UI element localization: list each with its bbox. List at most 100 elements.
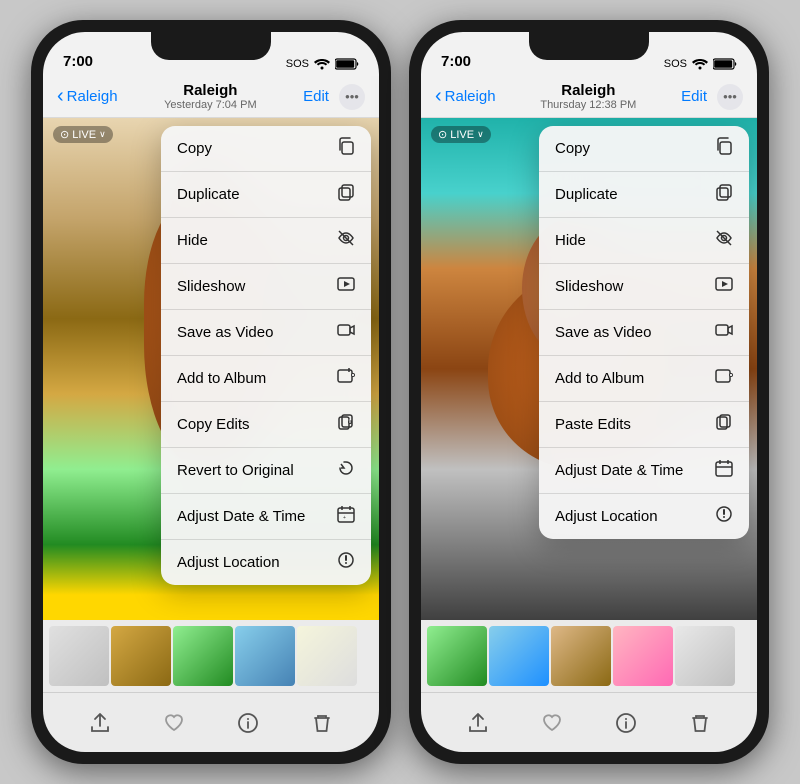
menu-addalbum-left[interactable]: Add to Album [161, 356, 371, 402]
menu-copyedits-label-left: Copy Edits [177, 416, 250, 433]
thumbnail-strip-left [43, 620, 379, 692]
share-button-left[interactable] [89, 712, 111, 734]
menu-datetime-label-right: Adjust Date & Time [555, 462, 683, 479]
thumb-4-left[interactable] [235, 626, 295, 686]
menu-addalbum-label-right: Add to Album [555, 370, 644, 387]
nav-right-right: Edit ••• [681, 84, 743, 110]
menu-copyedits-left[interactable]: Copy Edits [161, 402, 371, 448]
context-menu-left: Copy Duplicate Hide [161, 126, 371, 585]
thumb-2-right[interactable] [489, 626, 549, 686]
nav-back-right[interactable]: ‹ Raleigh [435, 85, 496, 108]
photo-area-right: ⊙ LIVE ∨ Copy Duplicate [421, 118, 757, 620]
thumb-2-left[interactable] [111, 626, 171, 686]
notch-right [529, 32, 649, 60]
carrier-left: SOS [286, 58, 309, 70]
menu-addalbum-icon-right [715, 367, 733, 390]
notch-left [151, 32, 271, 60]
nav-more-left[interactable]: ••• [339, 84, 365, 110]
menu-location-icon-left [337, 551, 355, 574]
battery-icon-right [713, 58, 737, 70]
menu-savevideo-icon-right [715, 321, 733, 344]
menu-slideshow-right[interactable]: Slideshow [539, 264, 749, 310]
nav-right-left: Edit ••• [303, 84, 365, 110]
menu-pasteedits-icon-right [715, 413, 733, 436]
status-right-right: SOS [664, 58, 737, 70]
menu-duplicate-label-right: Duplicate [555, 186, 618, 203]
menu-hide-left[interactable]: Hide [161, 218, 371, 264]
bottom-toolbar-right [421, 692, 757, 752]
thumb-1-left[interactable] [49, 626, 109, 686]
photo-area-left: ⊙ LIVE ∨ Copy Duplicate [43, 118, 379, 620]
nav-back-left[interactable]: ‹ Raleigh [57, 85, 118, 108]
share-button-right[interactable] [467, 712, 489, 734]
thumb-5-left[interactable] [297, 626, 357, 686]
menu-location-icon-right [715, 505, 733, 528]
menu-hide-icon-left [337, 229, 355, 252]
nav-subtitle-left: Yesterday 7:04 PM [164, 99, 257, 111]
nav-title-left: Raleigh Yesterday 7:04 PM [164, 82, 257, 111]
menu-location-left[interactable]: Adjust Location [161, 540, 371, 585]
thumb-1-right[interactable] [427, 626, 487, 686]
wifi-icon-right [692, 58, 708, 70]
heart-button-left[interactable] [163, 712, 185, 734]
live-dot-left: ⊙ [60, 128, 69, 141]
trash-button-right[interactable] [689, 712, 711, 734]
menu-duplicate-label-left: Duplicate [177, 186, 240, 203]
trash-button-left[interactable] [311, 712, 333, 734]
menu-copy-label-right: Copy [555, 140, 590, 157]
menu-revert-left[interactable]: Revert to Original [161, 448, 371, 494]
menu-datetime-icon-right [715, 459, 733, 482]
menu-datetime-left[interactable]: Adjust Date & Time + [161, 494, 371, 540]
nav-more-right[interactable]: ••• [717, 84, 743, 110]
menu-pasteedits-label-right: Paste Edits [555, 416, 631, 433]
live-badge-left[interactable]: ⊙ LIVE ∨ [53, 126, 113, 143]
menu-addalbum-icon-left [337, 367, 355, 390]
menu-addalbum-right[interactable]: Add to Album [539, 356, 749, 402]
menu-duplicate-left[interactable]: Duplicate [161, 172, 371, 218]
thumb-4-right[interactable] [613, 626, 673, 686]
menu-savevideo-right[interactable]: Save as Video [539, 310, 749, 356]
nav-edit-right[interactable]: Edit [681, 88, 707, 105]
menu-copy-left[interactable]: Copy [161, 126, 371, 172]
menu-savevideo-left[interactable]: Save as Video [161, 310, 371, 356]
menu-slideshow-icon-right [715, 275, 733, 298]
menu-datetime-right[interactable]: Adjust Date & Time [539, 448, 749, 494]
menu-location-right[interactable]: Adjust Location [539, 494, 749, 539]
menu-slideshow-label-left: Slideshow [177, 278, 245, 295]
menu-copy-icon-left [337, 137, 355, 160]
live-badge-right[interactable]: ⊙ LIVE ∨ [431, 126, 491, 143]
live-chevron-right: ∨ [477, 129, 484, 140]
thumb-5-right[interactable] [675, 626, 735, 686]
bottom-toolbar-left [43, 692, 379, 752]
phone-right-screen: 7:00 SOS [421, 32, 757, 752]
thumb-3-left[interactable] [173, 626, 233, 686]
thumb-3-right[interactable] [551, 626, 611, 686]
live-dot-right: ⊙ [438, 128, 447, 141]
menu-slideshow-icon-left [337, 275, 355, 298]
menu-duplicate-icon-left [337, 183, 355, 206]
menu-location-label-left: Adjust Location [177, 554, 280, 571]
nav-subtitle-right: Thursday 12:38 PM [540, 99, 636, 111]
svg-text:+: + [343, 515, 346, 521]
menu-hide-right[interactable]: Hide [539, 218, 749, 264]
heart-button-right[interactable] [541, 712, 563, 734]
status-time-right: 7:00 [441, 53, 471, 70]
nav-bar-left: ‹ Raleigh Raleigh Yesterday 7:04 PM Edit… [43, 76, 379, 118]
menu-slideshow-left[interactable]: Slideshow [161, 264, 371, 310]
menu-copy-icon-right [715, 137, 733, 160]
menu-copy-right[interactable]: Copy [539, 126, 749, 172]
menu-datetime-label-left: Adjust Date & Time [177, 508, 305, 525]
menu-datetime-icon-left: + [337, 505, 355, 528]
info-button-right[interactable] [615, 712, 637, 734]
menu-copy-label-left: Copy [177, 140, 212, 157]
menu-pasteedits-right[interactable]: Paste Edits [539, 402, 749, 448]
menu-revert-label-left: Revert to Original [177, 462, 294, 479]
menu-duplicate-right[interactable]: Duplicate [539, 172, 749, 218]
menu-copyedits-icon-left [337, 413, 355, 436]
phone-left: 7:00 SOS [31, 20, 391, 764]
status-time-left: 7:00 [63, 53, 93, 70]
info-button-left[interactable] [237, 712, 259, 734]
nav-edit-left[interactable]: Edit [303, 88, 329, 105]
carrier-right: SOS [664, 58, 687, 70]
menu-savevideo-label-left: Save as Video [177, 324, 273, 341]
